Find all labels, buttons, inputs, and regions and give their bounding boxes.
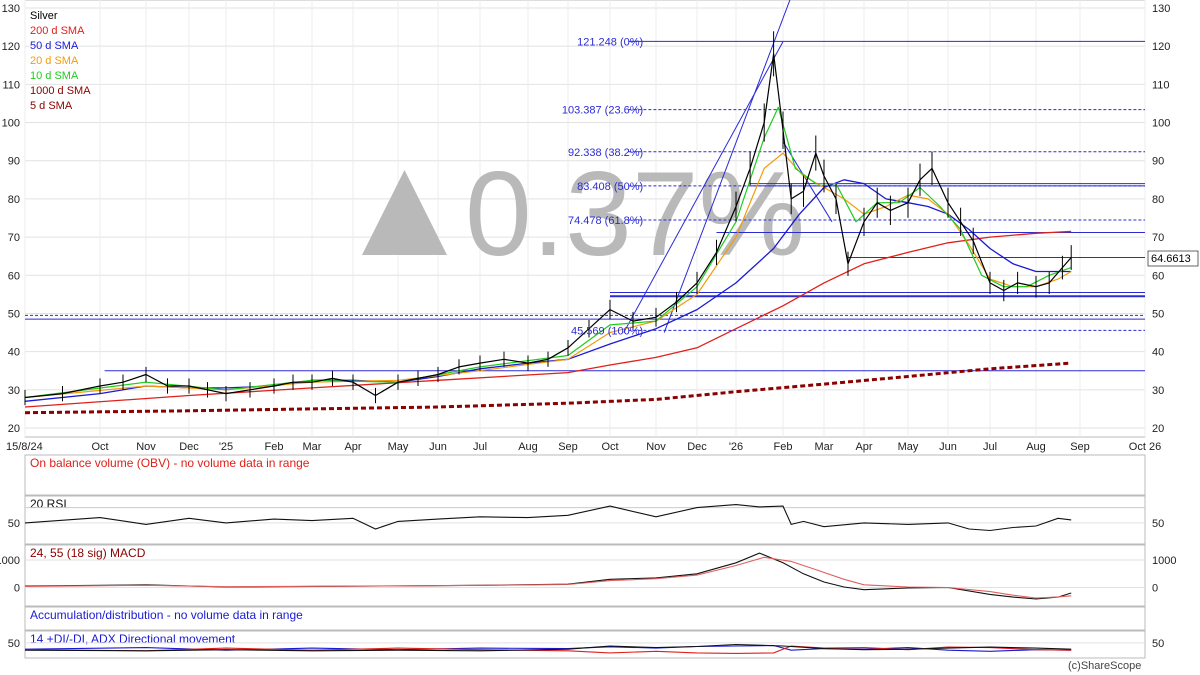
- legend-entry: 5 d SMA: [30, 100, 73, 112]
- fibonacci-label: 103.387 (23.6%): [562, 105, 643, 117]
- copyright-credit: (c)ShareScope: [1068, 660, 1141, 672]
- y-tick-label-right: 30: [1152, 385, 1164, 397]
- x-tick-label: Feb: [265, 441, 284, 453]
- rsi-panel-frame: [24, 495, 1146, 545]
- x-tick-label: Jun: [939, 441, 957, 453]
- y-tick-label-left: 100: [2, 118, 20, 130]
- last-price-tag: 64.6613: [1147, 250, 1199, 267]
- fibonacci-label: 83.408 (50%): [577, 181, 643, 193]
- x-tick-label: Feb: [774, 441, 793, 453]
- y-tick-label-left: 130: [2, 3, 20, 15]
- rsi-panel-title: 20 RSI: [30, 497, 67, 511]
- y-tick-label-right: 70: [1152, 232, 1164, 244]
- fibonacci-label: 74.478 (61.8%): [568, 215, 643, 227]
- y-tick-label-right: 130: [1152, 3, 1170, 15]
- x-tick-label: May: [388, 441, 409, 453]
- y-tick-label-right: 120: [1152, 41, 1170, 53]
- y-tick-label-right: 100: [1152, 118, 1170, 130]
- y-tick-label-left: 40: [8, 347, 20, 359]
- rsi-panel-y-tick-right: 50: [1152, 518, 1164, 530]
- macd-panel-y-tick-right: 0: [1152, 583, 1158, 595]
- y-tick-label-left: 120: [2, 41, 20, 53]
- x-tick-label: Aug: [1026, 441, 1046, 453]
- y-tick-label-right: 20: [1152, 423, 1164, 435]
- legend-entry: 50 d SMA: [30, 40, 79, 52]
- y-tick-label-left: 50: [8, 308, 20, 320]
- x-tick-label: Mar: [815, 441, 834, 453]
- y-tick-label-left: 110: [2, 79, 20, 91]
- dmi-panel-title: 14 +DI/-DI, ADX Directional movement: [30, 632, 236, 646]
- x-tick-label: Sep: [558, 441, 578, 453]
- rsi-panel-series-rsi: [24, 504, 1072, 532]
- chart-svg: 0.37% 121.248 (0%)103.387 (23.6%)92.338 …: [0, 0, 1199, 672]
- y-tick-label-left: 70: [8, 232, 20, 244]
- legend-entry: Silver: [30, 10, 58, 22]
- y-tick-label-right: 80: [1152, 194, 1164, 206]
- dmi-panel-y-tick-right: 50: [1152, 638, 1164, 650]
- x-tick-label: Jul: [983, 441, 997, 453]
- x-tick-label: '25: [219, 441, 233, 453]
- macd-panel-frame: [24, 544, 1146, 607]
- x-tick-label: Sep: [1070, 441, 1090, 453]
- indicator-panels: On balance volume (OBV) - no volume data…: [0, 454, 1176, 659]
- x-tick-label: Aug: [518, 441, 538, 453]
- x-tick-label: Mar: [303, 441, 322, 453]
- x-tick-label: Oct: [601, 441, 618, 453]
- price-legend: Silver 200 d SMA 50 d SMA 20 d SMA 10 d SMA 1…: [30, 10, 91, 112]
- y-tick-label-right: 90: [1152, 156, 1164, 168]
- legend-entry: 10 d SMA: [30, 70, 79, 82]
- dmi-panel-y-tick-left: 50: [8, 638, 20, 650]
- y-tick-label-right: 110: [1152, 79, 1170, 91]
- macd-panel-title: 24, 55 (18 sig) MACD: [30, 546, 146, 560]
- macd-panel-series-signal: [24, 556, 1072, 599]
- fibonacci-label: 92.338 (38.2%): [568, 147, 643, 159]
- x-tick-label: Apr: [344, 441, 361, 453]
- fibonacci-label: 45.569 (100%): [571, 325, 643, 337]
- legend-entry: 200 d SMA: [30, 25, 85, 37]
- x-tick-label: Oct: [91, 441, 108, 453]
- y-tick-label-left: 60: [8, 270, 20, 282]
- acc-dist-panel-title: Accumulation/distribution - no volume da…: [30, 608, 303, 622]
- y-tick-label-right: 40: [1152, 347, 1164, 359]
- x-tick-label: Nov: [646, 441, 666, 453]
- x-axis: 15/8/24 Oct Nov Dec '25 Feb Mar Apr May Jun Jul Aug…: [6, 441, 1161, 453]
- y-tick-label-left: 20: [8, 423, 20, 435]
- macd-panel-y-tick-left: 1000: [0, 555, 20, 567]
- x-tick-label: '26: [729, 441, 743, 453]
- rsi-panel-y-tick-left: 50: [8, 518, 20, 530]
- y-tick-label-left: 30: [8, 385, 20, 397]
- x-tick-label: Dec: [687, 441, 707, 453]
- y-tick-label-left: 90: [8, 156, 20, 168]
- obv-panel-title: On balance volume (OBV) - no volume data…: [30, 456, 310, 470]
- legend-entry: 1000 d SMA: [30, 85, 91, 97]
- up-triangle-icon: [362, 170, 447, 255]
- x-tick-label: 15/8/24: [6, 441, 43, 453]
- x-tick-label: May: [898, 441, 919, 453]
- y-tick-label-right: 50: [1152, 308, 1164, 320]
- macd-panel-y-tick-left: 0: [14, 583, 20, 595]
- legend-entry: 20 d SMA: [30, 55, 79, 67]
- x-tick-label: Dec: [179, 441, 199, 453]
- last-price-value: 64.6613: [1151, 253, 1191, 265]
- x-tick-label: Oct 26: [1129, 441, 1161, 453]
- y-tick-label-left: 80: [8, 194, 20, 206]
- fibonacci-label: 121.248 (0%): [577, 36, 643, 48]
- y-tick-label-right: 60: [1152, 270, 1164, 282]
- x-tick-label: Jul: [473, 441, 487, 453]
- x-tick-label: Nov: [136, 441, 156, 453]
- macd-panel-y-tick-right: 1000: [1152, 555, 1176, 567]
- x-tick-label: Jun: [429, 441, 447, 453]
- x-tick-label: Apr: [855, 441, 872, 453]
